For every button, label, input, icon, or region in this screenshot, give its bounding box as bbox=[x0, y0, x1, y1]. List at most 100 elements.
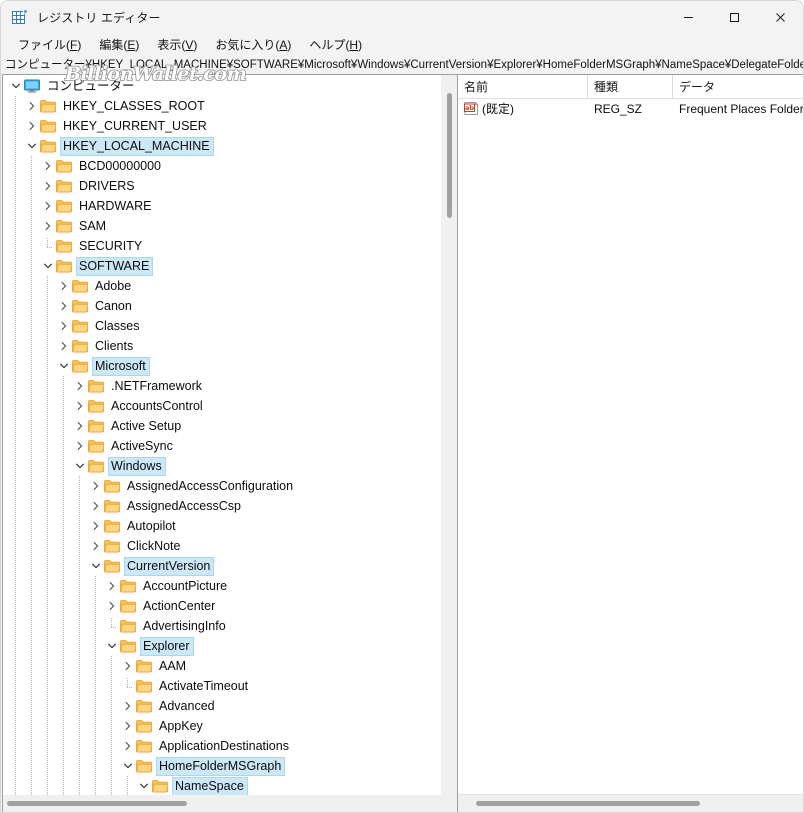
tree-node[interactable]: CurrentVersion bbox=[3, 556, 440, 576]
menu-view[interactable]: 表示(V) bbox=[148, 34, 206, 55]
column-header-name[interactable]: 名前 bbox=[458, 75, 588, 98]
chevron-down-icon[interactable] bbox=[24, 138, 40, 154]
value-name-cell: ab (既定) bbox=[458, 100, 588, 117]
tree-hscroll-thumb[interactable] bbox=[7, 801, 187, 806]
tree-node[interactable]: HomeFolderMSGraph bbox=[3, 756, 440, 776]
column-header-type[interactable]: 種類 bbox=[588, 75, 673, 98]
tree-node[interactable]: ActionCenter bbox=[3, 596, 440, 616]
folder-icon bbox=[120, 599, 136, 613]
column-header-data[interactable]: データ bbox=[673, 75, 803, 98]
chevron-right-icon[interactable] bbox=[24, 118, 40, 134]
menu-edit[interactable]: 編集(E) bbox=[90, 34, 148, 55]
chevron-right-icon[interactable] bbox=[120, 738, 136, 754]
chevron-down-icon[interactable] bbox=[8, 78, 24, 94]
chevron-right-icon[interactable] bbox=[72, 418, 88, 434]
tree-node[interactable]: Windows bbox=[3, 456, 440, 476]
tree-node[interactable]: コンピューター bbox=[3, 76, 440, 96]
tree-node[interactable]: ClickNote bbox=[3, 536, 440, 556]
tree-node[interactable]: SOFTWARE bbox=[3, 256, 440, 276]
chevron-right-icon[interactable] bbox=[40, 178, 56, 194]
folder-icon bbox=[56, 259, 72, 273]
chevron-down-icon[interactable] bbox=[88, 558, 104, 574]
value-row[interactable]: ab (既定) REG_SZ Frequent Places Folder bbox=[458, 99, 803, 118]
tree-node[interactable]: AccountPicture bbox=[3, 576, 440, 596]
folder-icon bbox=[56, 239, 72, 253]
tree-node[interactable]: SECURITY bbox=[3, 236, 440, 256]
tree-node[interactable]: BCD00000000 bbox=[3, 156, 440, 176]
tree-node[interactable]: HKEY_CURRENT_USER bbox=[3, 116, 440, 136]
chevron-right-icon[interactable] bbox=[120, 698, 136, 714]
value-data-cell: Frequent Places Folder bbox=[673, 102, 803, 116]
chevron-right-icon[interactable] bbox=[40, 218, 56, 234]
chevron-right-icon[interactable] bbox=[56, 298, 72, 314]
tree-node[interactable]: Classes bbox=[3, 316, 440, 336]
menu-file[interactable]: ファイル(F) bbox=[9, 34, 90, 55]
chevron-down-icon[interactable] bbox=[40, 258, 56, 274]
maximize-button[interactable] bbox=[711, 1, 757, 33]
chevron-right-icon[interactable] bbox=[88, 498, 104, 514]
tree-node[interactable]: Explorer bbox=[3, 636, 440, 656]
chevron-down-icon[interactable] bbox=[72, 458, 88, 474]
tree-node[interactable]: AAM bbox=[3, 656, 440, 676]
tree-node[interactable]: Canon bbox=[3, 296, 440, 316]
chevron-down-icon[interactable] bbox=[120, 758, 136, 774]
values-horizontal-scrollbar[interactable] bbox=[458, 794, 803, 812]
tree-node[interactable]: Autopilot bbox=[3, 516, 440, 536]
tree-node[interactable]: DRIVERS bbox=[3, 176, 440, 196]
chevron-down-icon[interactable] bbox=[136, 778, 152, 794]
tree-node[interactable]: Adobe bbox=[3, 276, 440, 296]
chevron-right-icon[interactable] bbox=[88, 538, 104, 554]
tree-node[interactable]: Active Setup bbox=[3, 416, 440, 436]
tree-node[interactable]: HARDWARE bbox=[3, 196, 440, 216]
chevron-right-icon[interactable] bbox=[88, 518, 104, 534]
tree-node[interactable]: NameSpace bbox=[3, 776, 440, 795]
menu-favorites[interactable]: お気に入り(A) bbox=[206, 34, 300, 55]
values-body: ab (既定) REG_SZ Frequent Places Folder bbox=[458, 99, 803, 118]
chevron-right-icon[interactable] bbox=[72, 398, 88, 414]
minimize-button[interactable] bbox=[665, 1, 711, 33]
chevron-right-icon[interactable] bbox=[56, 318, 72, 334]
tree-node[interactable]: AssignedAccessCsp bbox=[3, 496, 440, 516]
chevron-right-icon[interactable] bbox=[40, 158, 56, 174]
chevron-down-icon[interactable] bbox=[56, 358, 72, 374]
chevron-right-icon[interactable] bbox=[104, 598, 120, 614]
chevron-right-icon[interactable] bbox=[56, 278, 72, 294]
chevron-right-icon[interactable] bbox=[104, 578, 120, 594]
tree-node[interactable]: AccountsControl bbox=[3, 396, 440, 416]
folder-icon bbox=[72, 359, 88, 373]
folder-icon bbox=[136, 739, 152, 753]
folder-icon bbox=[72, 339, 88, 353]
menu-view-text: 表示( bbox=[157, 37, 186, 52]
chevron-right-icon[interactable] bbox=[72, 438, 88, 454]
tree-node[interactable]: AssignedAccessConfiguration bbox=[3, 476, 440, 496]
tree-node-label: ActivateTimeout bbox=[159, 678, 249, 693]
chevron-right-icon[interactable] bbox=[56, 338, 72, 354]
tree-node[interactable]: ActiveSync bbox=[3, 436, 440, 456]
tree-node[interactable]: HKEY_LOCAL_MACHINE bbox=[3, 136, 440, 156]
tree-node[interactable]: Advanced bbox=[3, 696, 440, 716]
chevron-down-icon[interactable] bbox=[104, 638, 120, 654]
menu-help[interactable]: ヘルプ(H) bbox=[300, 34, 371, 55]
tree-node[interactable]: Microsoft bbox=[3, 356, 440, 376]
address-bar[interactable]: コンピューター¥HKEY_LOCAL_MACHINE¥SOFTWARE¥Micr… bbox=[1, 55, 803, 73]
chevron-right-icon[interactable] bbox=[120, 718, 136, 734]
chevron-right-icon[interactable] bbox=[120, 658, 136, 674]
tree-node-label: ApplicationDestinations bbox=[159, 738, 289, 753]
tree-node[interactable]: AdvertisingInfo bbox=[3, 616, 440, 636]
tree-node[interactable]: Clients bbox=[3, 336, 440, 356]
close-button[interactable] bbox=[757, 1, 803, 33]
tree-horizontal-scrollbar[interactable] bbox=[3, 795, 457, 812]
tree-node[interactable]: ApplicationDestinations bbox=[3, 736, 440, 756]
chevron-right-icon[interactable] bbox=[72, 378, 88, 394]
tree-node[interactable]: SAM bbox=[3, 216, 440, 236]
tree-node[interactable]: AppKey bbox=[3, 716, 440, 736]
tree-vertical-scrollbar[interactable] bbox=[440, 75, 457, 795]
values-hscroll-thumb[interactable] bbox=[476, 801, 700, 806]
tree-node[interactable]: HKEY_CLASSES_ROOT bbox=[3, 96, 440, 116]
tree-node[interactable]: ActivateTimeout bbox=[3, 676, 440, 696]
tree-node[interactable]: .NETFramework bbox=[3, 376, 440, 396]
chevron-right-icon[interactable] bbox=[40, 198, 56, 214]
tree-vscroll-thumb[interactable] bbox=[447, 93, 452, 218]
chevron-right-icon[interactable] bbox=[88, 478, 104, 494]
chevron-right-icon[interactable] bbox=[24, 98, 40, 114]
